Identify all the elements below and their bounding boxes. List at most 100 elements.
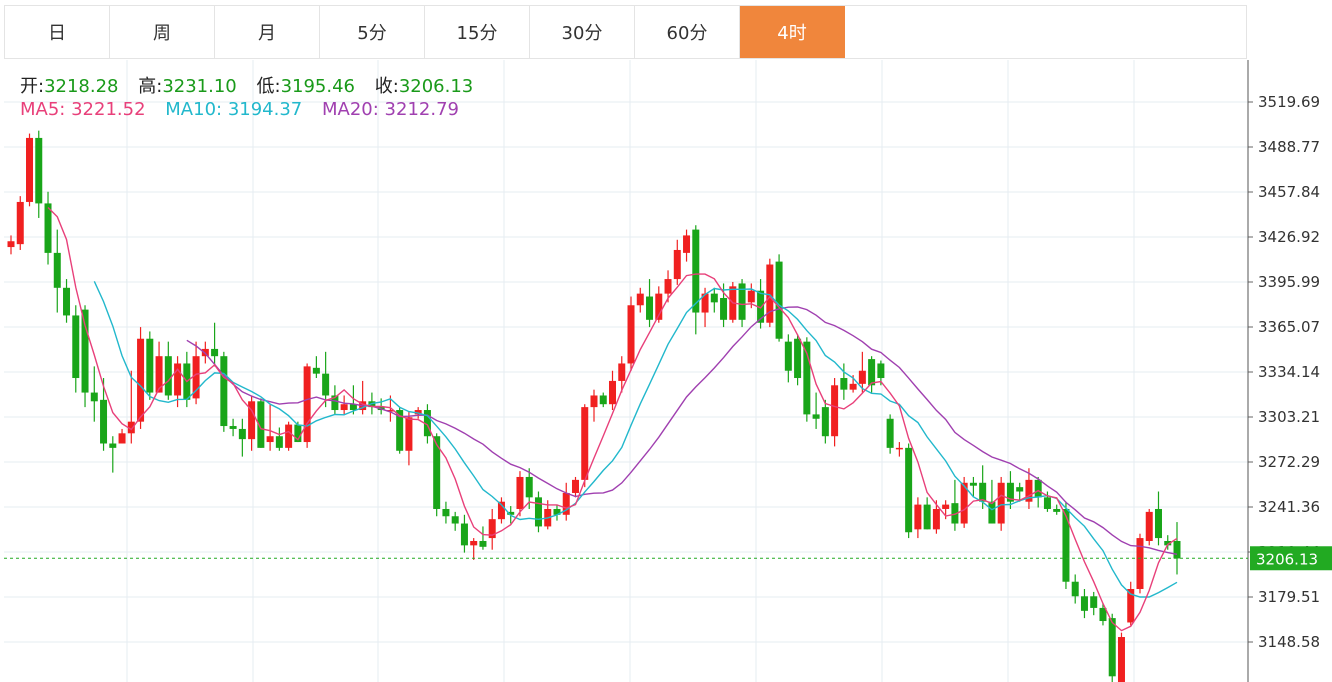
- y-tick-label: 3365.07: [1258, 318, 1320, 336]
- candle-body: [229, 426, 237, 429]
- candle: [248, 395, 256, 451]
- candle-body: [451, 516, 459, 524]
- candle: [812, 392, 820, 429]
- ma5-value: 3221.52: [71, 99, 146, 120]
- candle: [1080, 589, 1088, 619]
- candle: [673, 239, 681, 285]
- y-tick-label: 3395.99: [1258, 273, 1320, 291]
- candle: [562, 482, 570, 521]
- ma10-value: 3194.37: [227, 99, 303, 120]
- candle: [609, 370, 617, 411]
- candle: [442, 501, 450, 524]
- candle-body: [914, 504, 922, 530]
- chart-grid: [4, 60, 1248, 682]
- candle-body: [238, 428, 246, 440]
- candle-body: [534, 497, 542, 527]
- candle-body: [849, 383, 857, 390]
- ma20-line: [186, 306, 1178, 555]
- candle-body: [1145, 511, 1153, 541]
- candle: [109, 436, 117, 473]
- candle-body: [81, 309, 89, 393]
- candle: [35, 130, 43, 218]
- high-value: 3231.10: [162, 76, 237, 97]
- candle-body: [340, 404, 348, 411]
- candle-body: [581, 407, 589, 480]
- candle: [460, 514, 468, 553]
- candle: [211, 322, 219, 367]
- candle: [951, 479, 959, 531]
- candle-body: [599, 395, 607, 405]
- candle-body: [516, 476, 524, 509]
- candle: [571, 476, 579, 498]
- price-axis: 3519.69 3488.77 3457.84 3426.92 3395.99 3365.…: [1247, 60, 1320, 682]
- candle-body: [1117, 637, 1125, 682]
- candle: [794, 334, 802, 386]
- candle-body: [877, 363, 885, 379]
- candle-body: [1016, 487, 1024, 492]
- ma10-label: MA10:: [165, 99, 223, 120]
- candle: [692, 225, 700, 335]
- candle-body: [794, 338, 802, 379]
- candle-body: [886, 418, 894, 448]
- ma5-label: MA5:: [20, 99, 66, 120]
- candle: [275, 427, 283, 451]
- candle-body: [1108, 618, 1116, 677]
- candle-body: [303, 366, 311, 443]
- candle-body: [932, 508, 940, 530]
- candle: [775, 254, 783, 342]
- candle: [229, 418, 237, 437]
- candle-body: [784, 341, 792, 371]
- candle-body: [220, 356, 228, 427]
- candle-body: [7, 241, 15, 248]
- candle-body: [821, 407, 829, 437]
- candle: [655, 286, 663, 323]
- candle: [72, 305, 80, 393]
- candle-body: [285, 424, 293, 448]
- candle-body: [1080, 596, 1088, 611]
- candle: [479, 526, 487, 550]
- candle-body: [979, 482, 987, 502]
- candle-body: [683, 235, 691, 253]
- current-price-line: 3206.13: [4, 546, 1332, 571]
- candle: [766, 258, 774, 328]
- candle: [63, 279, 71, 323]
- candle: [90, 366, 98, 422]
- y-tick-label: 3179.51: [1258, 588, 1320, 606]
- candle: [451, 511, 459, 531]
- candle: [534, 491, 542, 533]
- candle-body: [969, 482, 977, 486]
- candle: [192, 341, 200, 405]
- candle-body: [100, 399, 108, 444]
- candle-body: [1173, 540, 1181, 559]
- candle: [331, 385, 339, 415]
- candle: [646, 279, 654, 328]
- candle-body: [405, 417, 413, 451]
- candle: [164, 341, 172, 400]
- candle: [1173, 522, 1181, 575]
- candle: [488, 508, 496, 550]
- candle: [312, 356, 320, 379]
- candle-body: [109, 443, 117, 448]
- ma10-line: [93, 281, 1178, 598]
- candle: [905, 443, 913, 539]
- candle-body: [266, 436, 274, 443]
- ma20-label: MA20:: [322, 99, 379, 120]
- candle: [738, 279, 746, 328]
- candle-body: [988, 501, 996, 524]
- candle: [1071, 574, 1079, 604]
- candle-body: [1090, 596, 1098, 608]
- candle-body: [812, 414, 820, 419]
- candle-body: [905, 447, 913, 533]
- candle: [1053, 504, 1061, 515]
- candle: [44, 191, 52, 265]
- candle-body: [720, 297, 728, 320]
- candle-body: [63, 287, 71, 316]
- candle: [26, 133, 34, 207]
- candle: [710, 287, 718, 313]
- candle-body: [275, 436, 283, 448]
- ma20-value: 3212.79: [384, 99, 459, 120]
- candle: [1154, 491, 1162, 546]
- open-label: 开:: [20, 76, 45, 97]
- candle: [118, 428, 126, 444]
- candle: [470, 538, 478, 560]
